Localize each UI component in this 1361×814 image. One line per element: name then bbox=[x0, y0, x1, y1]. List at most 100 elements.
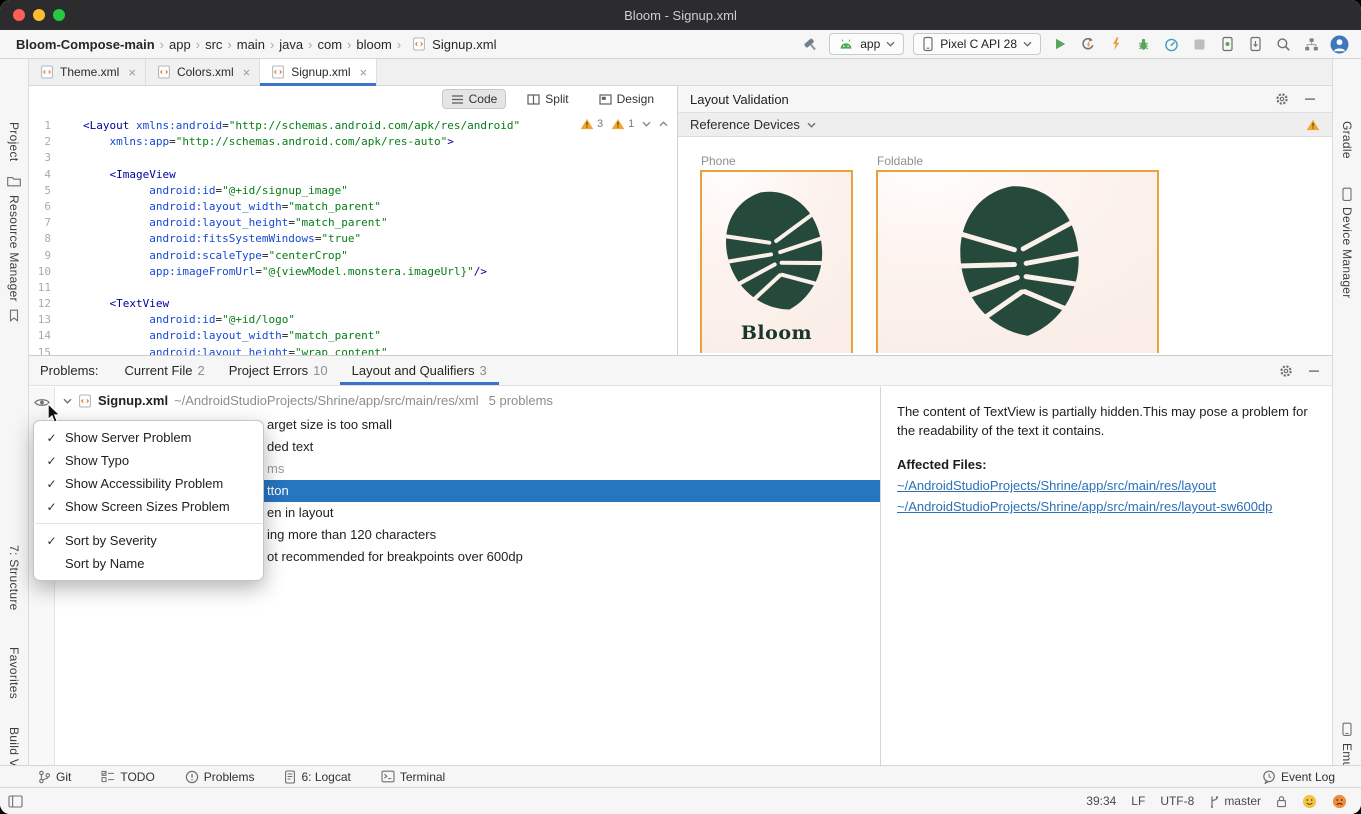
code-line[interactable]: 15 android:layout_height="wrap_content" bbox=[29, 345, 677, 355]
affected-file-link[interactable]: ~/AndroidStudioProjects/Shrine/app/src/m… bbox=[897, 499, 1316, 514]
hide-panel-icon[interactable] bbox=[1308, 365, 1320, 377]
code-line[interactable]: 8 android:fitsSystemWindows="true" bbox=[29, 231, 677, 247]
run-button[interactable] bbox=[1050, 35, 1069, 54]
editor-tab[interactable]: Signup.xml× bbox=[260, 59, 377, 85]
next-problem-icon[interactable] bbox=[642, 121, 651, 127]
bookmark-icon[interactable] bbox=[9, 309, 20, 322]
happy-feedback-icon[interactable] bbox=[1302, 794, 1317, 809]
mode-button-design[interactable]: Design bbox=[590, 89, 663, 109]
sidebar-item-structure[interactable]: 7: Structure bbox=[0, 545, 28, 611]
build-hammer-icon[interactable] bbox=[801, 35, 820, 54]
sad-feedback-icon[interactable] bbox=[1332, 794, 1347, 809]
prev-problem-icon[interactable] bbox=[659, 121, 668, 127]
menu-item[interactable]: ✓Show Server Problem bbox=[34, 426, 263, 449]
close-tab-icon[interactable]: × bbox=[243, 65, 251, 80]
stop-button[interactable] bbox=[1190, 35, 1209, 54]
problems-tab[interactable]: Project Errors10 bbox=[217, 356, 340, 385]
code-line[interactable]: 10 app:imageFromUrl="@{viewModel.monster… bbox=[29, 264, 677, 280]
code-editor[interactable]: 1<Layout xmlns:android="http://schemas.a… bbox=[29, 112, 677, 355]
minimize-window-button[interactable] bbox=[33, 9, 45, 21]
zoom-window-button[interactable] bbox=[53, 9, 65, 21]
weak-warning-count[interactable]: 1 bbox=[611, 118, 634, 130]
breadcrumb-item[interactable]: src bbox=[205, 37, 222, 52]
sidebar-item-gradle[interactable]: Gradle bbox=[1333, 121, 1361, 159]
run-configuration-select[interactable]: app bbox=[829, 33, 904, 55]
user-avatar[interactable] bbox=[1330, 35, 1349, 54]
code-line[interactable]: 3 bbox=[29, 150, 677, 166]
event-log-button[interactable]: Event Log bbox=[1262, 770, 1335, 784]
warning-count[interactable]: 3 bbox=[580, 118, 603, 130]
code-line[interactable]: 11 bbox=[29, 280, 677, 296]
code-line[interactable]: 7 android:layout_height="match_parent" bbox=[29, 215, 677, 231]
code-line[interactable]: 14 android:layout_width="match_parent" bbox=[29, 328, 677, 344]
attach-debugger-button[interactable] bbox=[1218, 35, 1237, 54]
close-window-button[interactable] bbox=[13, 9, 25, 21]
hide-panel-icon[interactable] bbox=[1304, 93, 1316, 105]
toolwindow-switcher-icon[interactable] bbox=[8, 795, 23, 808]
breadcrumb-item[interactable]: com bbox=[317, 37, 342, 52]
code-line[interactable]: 9 android:scaleType="centerCrop" bbox=[29, 248, 677, 264]
problems-tab[interactable]: Current File2 bbox=[113, 356, 217, 385]
code-line[interactable]: 5 android:id="@+id/signup_image" bbox=[29, 183, 677, 199]
cursor-position[interactable]: 39:34 bbox=[1086, 794, 1116, 808]
menu-item[interactable]: ✓Show Accessibility Problem bbox=[34, 472, 263, 495]
code-line[interactable]: 4 <ImageView bbox=[29, 167, 677, 183]
breadcrumb-item[interactable]: bloom bbox=[356, 37, 391, 52]
toolwindow-problems[interactable]: Problems bbox=[185, 770, 255, 784]
code-line[interactable]: 2 xmlns:app="http://schemas.android.com/… bbox=[29, 134, 677, 150]
device-preview-foldable[interactable] bbox=[876, 170, 1159, 353]
editor-tab[interactable]: Colors.xml× bbox=[146, 59, 260, 85]
affected-file-link[interactable]: ~/AndroidStudioProjects/Shrine/app/src/m… bbox=[897, 478, 1316, 493]
git-branch-widget[interactable]: master bbox=[1209, 794, 1261, 808]
code-line[interactable]: 13 android:id="@+id/logo" bbox=[29, 312, 677, 328]
code-line[interactable]: 12 <TextView bbox=[29, 296, 677, 312]
menu-item[interactable]: ✓Show Typo bbox=[34, 449, 263, 472]
close-tab-icon[interactable]: × bbox=[128, 65, 136, 80]
line-separator[interactable]: LF bbox=[1131, 794, 1145, 808]
editor-panel-divider[interactable] bbox=[677, 86, 678, 355]
device-preview-phone[interactable]: Bloom bbox=[700, 170, 853, 353]
lock-icon[interactable] bbox=[1276, 795, 1287, 808]
device-select[interactable]: Pixel C API 28 bbox=[913, 33, 1041, 55]
mode-button-split[interactable]: Split bbox=[518, 89, 577, 109]
line-number: 11 bbox=[29, 280, 51, 296]
gear-icon[interactable] bbox=[1279, 364, 1293, 378]
folder-icon[interactable] bbox=[7, 175, 22, 187]
debug-button[interactable] bbox=[1134, 35, 1153, 54]
breadcrumb-item[interactable]: Bloom-Compose-main bbox=[16, 37, 155, 52]
breadcrumb-item[interactable]: main bbox=[237, 37, 265, 52]
close-tab-icon[interactable]: × bbox=[360, 65, 368, 80]
toolwindow-git[interactable]: Git bbox=[38, 770, 71, 784]
sidebar-item-resource-manager[interactable]: Resource Manager bbox=[0, 195, 28, 302]
problems-tab[interactable]: Layout and Qualifiers3 bbox=[340, 356, 499, 385]
device-manager-icon[interactable] bbox=[1341, 187, 1353, 202]
toolwindow-todo[interactable]: TODO bbox=[101, 770, 154, 784]
breadcrumb-item[interactable]: Signup.xml bbox=[432, 37, 496, 52]
editor-tab[interactable]: Theme.xml× bbox=[29, 59, 146, 85]
toolwindow-terminal[interactable]: Terminal bbox=[381, 770, 445, 784]
menu-item[interactable]: ✓Sort by Severity bbox=[34, 529, 263, 552]
reference-devices-header[interactable]: Reference Devices bbox=[678, 112, 1332, 137]
breadcrumb-item[interactable]: java bbox=[279, 37, 303, 52]
mode-button-code[interactable]: Code bbox=[442, 89, 507, 109]
sidebar-item-project[interactable]: Project bbox=[0, 122, 28, 161]
toolwindow-logcat[interactable]: 6: Logcat bbox=[284, 770, 350, 784]
chevron-down-icon[interactable] bbox=[63, 398, 72, 404]
search-everywhere-button[interactable] bbox=[1274, 35, 1293, 54]
apply-code-changes-button[interactable] bbox=[1106, 35, 1125, 54]
device-file-explorer-button[interactable] bbox=[1246, 35, 1265, 54]
sidebar-item-device-manager[interactable]: Device Manager bbox=[1333, 207, 1361, 299]
gear-icon[interactable] bbox=[1275, 92, 1289, 106]
emulator-icon[interactable] bbox=[1341, 722, 1353, 737]
problems-file-group[interactable]: Signup.xml ~/AndroidStudioProjects/Shrin… bbox=[55, 387, 880, 414]
menu-item[interactable]: ✓Show Screen Sizes Problem bbox=[34, 495, 263, 518]
inspection-widget[interactable]: 3 1 bbox=[577, 117, 671, 131]
code-line[interactable]: 6 android:layout_width="match_parent" bbox=[29, 199, 677, 215]
apply-changes-button[interactable] bbox=[1078, 35, 1097, 54]
breadcrumb-item[interactable]: app bbox=[169, 37, 191, 52]
file-encoding[interactable]: UTF-8 bbox=[1160, 794, 1194, 808]
menu-item[interactable]: Sort by Name bbox=[34, 552, 263, 575]
sidebar-item-favorites[interactable]: Favorites bbox=[0, 647, 28, 699]
project-structure-button[interactable] bbox=[1302, 35, 1321, 54]
profile-button[interactable] bbox=[1162, 35, 1181, 54]
